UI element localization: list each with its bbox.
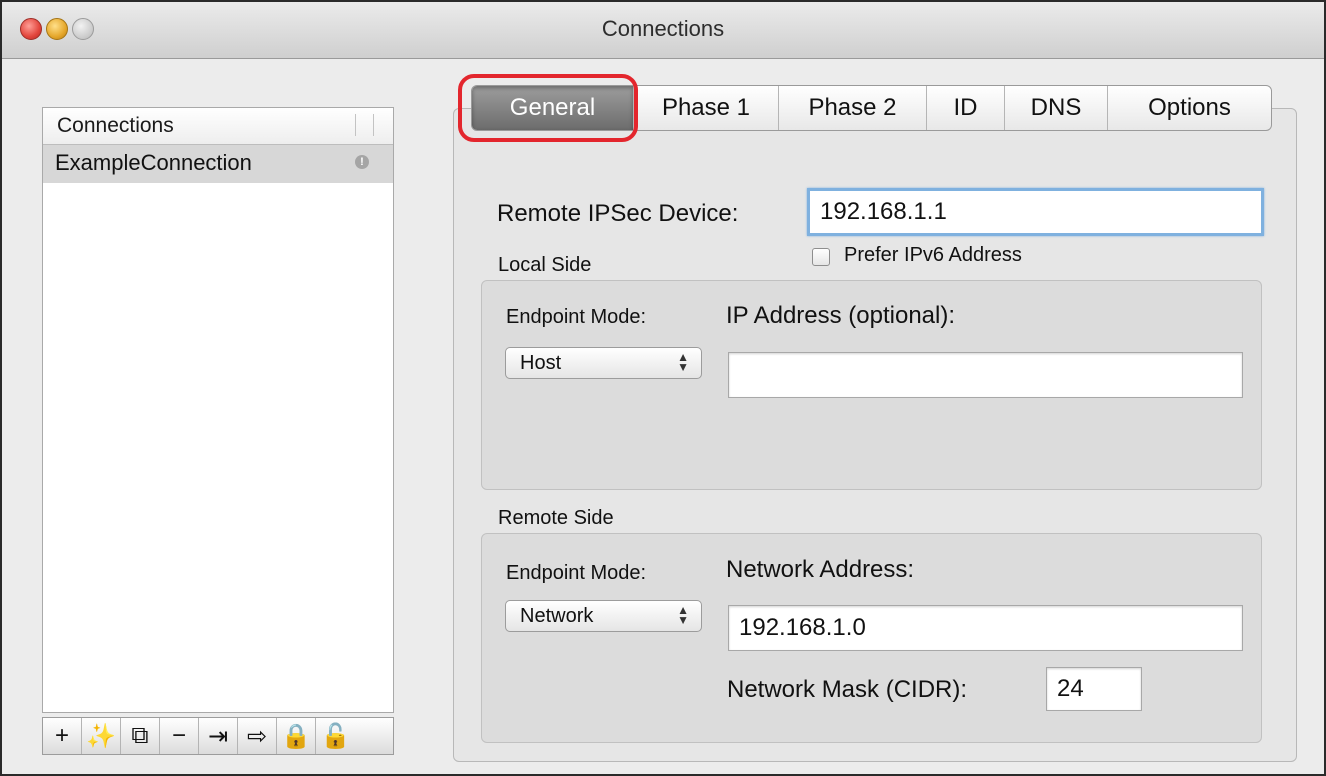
prefer-ipv6-checkbox[interactable] [812, 248, 830, 266]
remote-device-label: Remote IPSec Device: [497, 200, 739, 227]
unlock-button[interactable]: 🔓 [316, 718, 355, 754]
warning-icon: ! [355, 155, 369, 169]
remote-side-title: Remote Side [498, 507, 614, 529]
import-icon: ⇥ [207, 722, 229, 750]
network-mask-input[interactable]: 24 [1046, 667, 1142, 711]
connection-name: ExampleConnection [55, 150, 252, 175]
tab-phase-1[interactable]: Phase 1 [634, 86, 779, 130]
add-icon: + [54, 722, 69, 749]
connections-list: Connections ExampleConnection ! [42, 107, 394, 713]
remote-endpoint-mode-value: Network [520, 604, 594, 627]
add-button[interactable]: + [43, 718, 82, 754]
network-mask-label: Network Mask (CIDR): [727, 676, 968, 703]
chevron-updown-icon: ▲ ▼ [677, 350, 689, 374]
tab-phase-2[interactable]: Phase 2 [779, 86, 927, 130]
local-endpoint-mode-select[interactable]: Host ▲ ▼ [505, 347, 702, 379]
export-icon: ⇨ [246, 722, 268, 750]
header-divider[interactable] [355, 114, 356, 136]
prefer-ipv6-label: Prefer IPv6 Address [844, 244, 1022, 266]
network-address-label: Network Address: [726, 556, 915, 583]
export-button[interactable]: ⇨ [238, 718, 277, 754]
remove-button[interactable]: − [160, 718, 199, 754]
wizard-button[interactable]: ✨ [82, 718, 121, 754]
ip-address-input[interactable] [728, 352, 1243, 398]
remote-endpoint-mode-select[interactable]: Network ▲ ▼ [505, 600, 702, 632]
header-divider[interactable] [373, 114, 374, 136]
duplicate-icon: ⧉ [131, 722, 149, 749]
tab-dns[interactable]: DNS [1005, 86, 1108, 130]
remove-icon: − [171, 722, 186, 749]
lock-button[interactable]: 🔒 [277, 718, 316, 754]
chevron-updown-icon: ▲ ▼ [677, 603, 689, 627]
highlight-annotation [458, 74, 638, 142]
tab-options[interactable]: Options [1108, 86, 1271, 130]
tab-id[interactable]: ID [927, 86, 1005, 130]
local-side-title: Local Side [498, 254, 592, 276]
list-item[interactable]: ExampleConnection ! [43, 145, 393, 183]
title-bar: Connections [2, 2, 1324, 59]
wizard-icon: ✨ [86, 722, 116, 750]
unlock-icon: 🔓 [320, 722, 351, 750]
list-header-label: Connections [57, 114, 174, 137]
local-endpoint-mode-value: Host [520, 351, 562, 374]
network-address-input[interactable]: 192.168.1.0 [728, 605, 1243, 651]
window-title: Connections [601, 16, 725, 41]
duplicate-button[interactable]: ⧉ [121, 718, 160, 754]
lock-icon: 🔒 [281, 722, 311, 750]
local-endpoint-mode-label: Endpoint Mode: [506, 306, 647, 328]
remote-device-input[interactable]: 192.168.1.1 [807, 188, 1264, 236]
list-toolbar: + ✨ ⧉ − ⇥ ⇨ 🔒 🔓 [42, 717, 394, 755]
ip-address-label: IP Address (optional): [726, 302, 956, 329]
list-header: Connections [43, 108, 393, 145]
remote-endpoint-mode-label: Endpoint Mode: [506, 562, 647, 584]
import-button[interactable]: ⇥ [199, 718, 238, 754]
